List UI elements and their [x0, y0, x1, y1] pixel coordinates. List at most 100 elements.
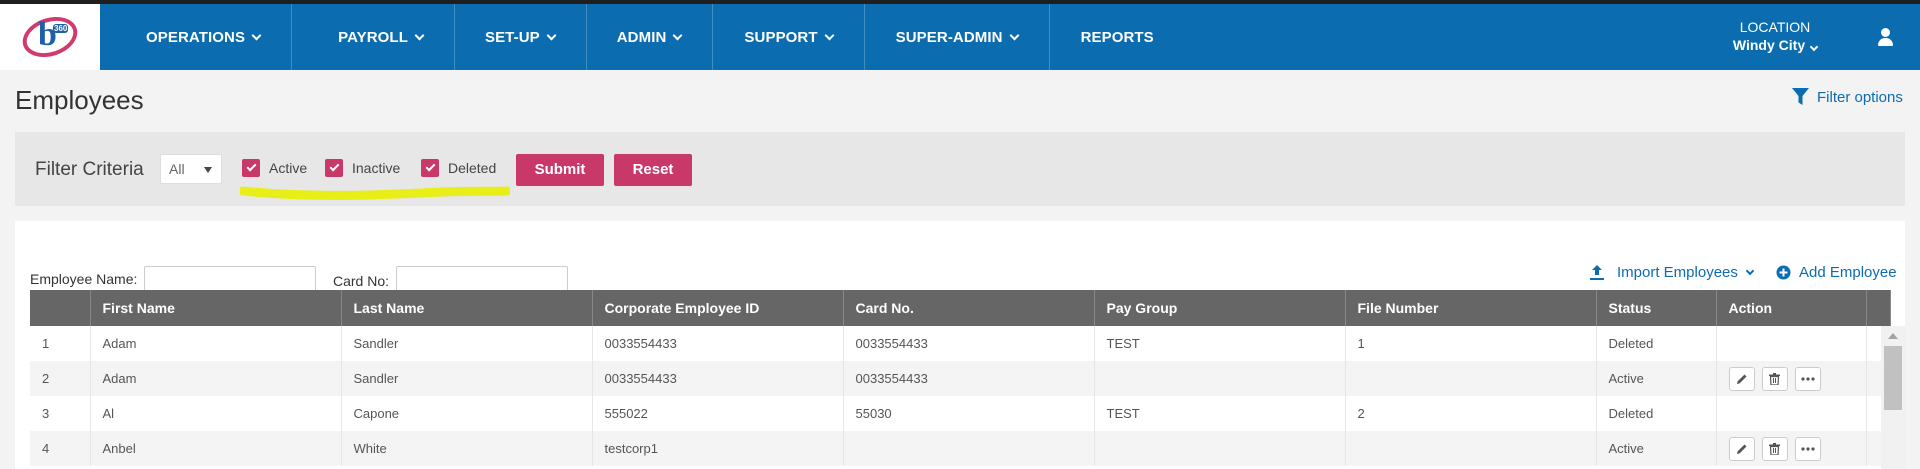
more-options-button[interactable]	[1794, 436, 1821, 461]
edit-button[interactable]	[1728, 436, 1755, 461]
cell-file-number: 1	[1345, 326, 1597, 361]
cell-row-number: 2	[30, 361, 91, 396]
filter-criteria-select[interactable]: All	[160, 154, 222, 184]
cell-last-name: Capone	[341, 396, 593, 431]
menu-label: ADMIN	[616, 28, 667, 46]
menu-label: OPERATIONS	[146, 28, 246, 46]
add-employee-button[interactable]: Add Employee	[1776, 264, 1897, 281]
reset-button[interactable]: Reset	[614, 154, 692, 186]
import-employees-label: Import Employees	[1617, 264, 1738, 281]
column-header[interactable]: Corporate Employee ID	[592, 290, 844, 326]
location-selector[interactable]: LOCATION Windy City	[1700, 18, 1850, 54]
table-row[interactable]: 4 Anbel White testcorp1 Active	[30, 431, 1891, 466]
chevron-down-icon	[1809, 42, 1819, 52]
employees-card: Employee Name: Card No: Import Employees…	[15, 221, 1905, 469]
edit-button[interactable]	[1728, 366, 1755, 391]
column-header: Action	[1716, 290, 1867, 326]
chevron-down-icon	[672, 30, 683, 40]
upload-icon	[1590, 265, 1604, 280]
checkbox-label: Inactive	[352, 160, 401, 176]
chevron-down-icon	[1745, 266, 1755, 275]
menu-super-admin[interactable]: SUPER-ADMIN	[865, 4, 1050, 70]
table-row[interactable]: 1 Adam Sandler 0033554433 0033554433 TES…	[30, 326, 1891, 361]
cell-card-no	[843, 431, 1095, 466]
cell-corporate-id: 0033554433	[592, 326, 844, 361]
chevron-down-icon	[546, 30, 557, 40]
checkbox-checked-icon	[325, 159, 343, 177]
cell-last-name: Sandler	[341, 361, 593, 396]
cell-card-no: 55030	[843, 396, 1095, 431]
employees-table: First Name Last Name Corporate Employee …	[30, 290, 1891, 466]
menu-reports[interactable]: REPORTS	[1050, 4, 1185, 70]
page-content: Employees Filter options Filter Criteria…	[0, 70, 1920, 469]
table-scrollbar[interactable]	[1881, 326, 1905, 469]
checkbox-checked-icon	[242, 159, 260, 177]
import-employees-button[interactable]: Import Employees	[1589, 264, 1755, 281]
cell-last-name: White	[341, 431, 593, 466]
table-row[interactable]: 2 Adam Sandler 0033554433 0033554433 Act…	[30, 361, 1891, 396]
column-header[interactable]: Status	[1596, 290, 1717, 326]
cell-row-number: 1	[30, 326, 91, 361]
menu-setup[interactable]: SET-UP	[455, 4, 587, 70]
add-employee-label: Add Employee	[1799, 264, 1897, 281]
select-value: All	[169, 161, 185, 177]
submit-button[interactable]: Submit	[516, 154, 604, 186]
column-header[interactable]: First Name	[90, 290, 342, 326]
location-label: LOCATION	[1739, 19, 1811, 35]
cell-file-number	[1345, 361, 1597, 396]
cell-status: Deleted	[1596, 396, 1717, 431]
checkbox-deleted[interactable]: Deleted	[421, 159, 496, 177]
pencil-icon	[1736, 374, 1746, 384]
cell-pay-group: TEST	[1094, 396, 1346, 431]
menu-payroll[interactable]: PAYROLL	[292, 4, 455, 70]
pencil-icon	[1736, 444, 1746, 454]
cell-row-number: 3	[30, 396, 91, 431]
table-row[interactable]: 3 Al Capone 555022 55030 TEST 2 Deleted	[30, 396, 1891, 431]
app-logo[interactable]: b 360	[0, 4, 100, 70]
chevron-down-icon	[1009, 30, 1020, 40]
menu-support[interactable]: SUPPORT	[713, 4, 865, 70]
user-icon-head	[1881, 28, 1890, 37]
column-header[interactable]: Last Name	[341, 290, 593, 326]
filter-criteria-label: Filter Criteria	[35, 159, 144, 180]
delete-button[interactable]	[1761, 436, 1788, 461]
cell-corporate-id: testcorp1	[592, 431, 844, 466]
checkbox-label: Active	[269, 160, 308, 176]
chevron-down-icon	[414, 30, 425, 40]
location-value: Windy City	[1732, 37, 1806, 53]
column-header[interactable]: Pay Group	[1094, 290, 1346, 326]
menu-operations[interactable]: OPERATIONS	[100, 4, 293, 70]
ellipsis-icon	[1800, 376, 1815, 381]
scroll-up-arrow-icon[interactable]	[1888, 333, 1898, 339]
column-header[interactable]: File Number	[1345, 290, 1597, 326]
checkbox-active[interactable]: Active	[242, 159, 307, 177]
cell-status: Active	[1596, 431, 1717, 466]
main-menu: OPERATIONS PAYROLL SET-UP ADMIN SUPPORT …	[100, 4, 1185, 70]
caret-down-icon	[204, 167, 212, 173]
cell-action	[1716, 326, 1867, 361]
menu-admin[interactable]: ADMIN	[587, 4, 714, 70]
column-header[interactable]: Card No.	[843, 290, 1095, 326]
cell-last-name: Sandler	[341, 326, 593, 361]
scrollbar-thumb[interactable]	[1884, 346, 1902, 410]
cell-pay-group	[1094, 431, 1346, 466]
cell-card-no: 0033554433	[843, 326, 1095, 361]
cell-pay-group: TEST	[1094, 326, 1346, 361]
cell-pay-group	[1094, 361, 1346, 396]
more-options-button[interactable]	[1794, 366, 1821, 391]
filter-icon	[1792, 88, 1809, 105]
menu-label: SUPER-ADMIN	[895, 28, 1003, 46]
cell-card-no: 0033554433	[843, 361, 1095, 396]
delete-button[interactable]	[1761, 366, 1788, 391]
cell-first-name: Al	[90, 396, 342, 431]
cell-first-name: Anbel	[90, 431, 342, 466]
logo-badge: 360	[53, 24, 69, 33]
cell-status: Active	[1596, 361, 1717, 396]
checkbox-label: Deleted	[448, 160, 497, 176]
checkbox-inactive[interactable]: Inactive	[325, 159, 400, 177]
menu-label: SET-UP	[484, 28, 540, 46]
chevron-down-icon	[824, 30, 835, 40]
filter-options-button[interactable]: Filter options	[1792, 88, 1903, 106]
user-icon[interactable]	[1876, 26, 1896, 48]
menu-label: PAYROLL	[338, 28, 408, 46]
